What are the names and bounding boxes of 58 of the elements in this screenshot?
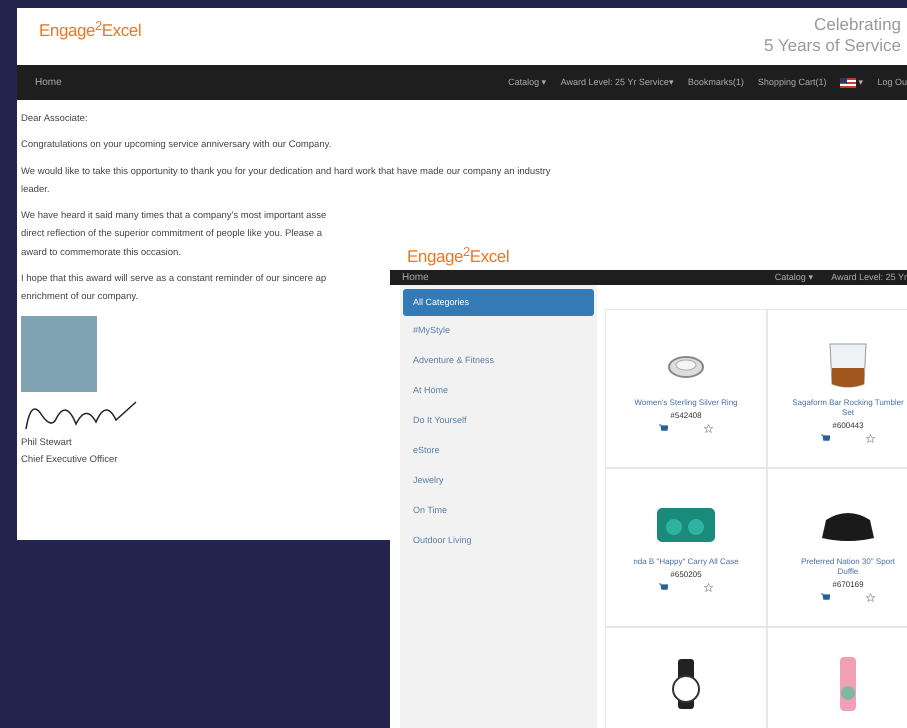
- letter-text: We have heard it said many times that a company's most important asse: [21, 209, 326, 223]
- star-icon[interactable]: [866, 593, 875, 602]
- product-card[interactable]: nda B "Happy" Carry All Case #650205: [605, 468, 767, 627]
- star-icon[interactable]: [704, 583, 713, 592]
- category-item[interactable]: #MyStyle: [403, 316, 594, 346]
- category-item[interactable]: At Home: [403, 376, 594, 406]
- product-sku: #670169: [832, 579, 864, 591]
- signer-name: Phil Stewart: [21, 436, 72, 450]
- home-link[interactable]: Home: [35, 75, 62, 90]
- signer-title: Chief Executive Officer: [21, 452, 118, 466]
- letter-text: direct reflection of the superior commitment of people like you. Please a: [21, 227, 322, 242]
- letter-text: I hope that this award will serve as a constant reminder of our sincere ap: [21, 272, 326, 286]
- tagline-text: 5 Years of Service: [764, 35, 901, 56]
- nav-link[interactable]: Award Level: 25 Yr Service▾: [560, 76, 674, 90]
- letter-text: We would like to take this opportunity to thank you for your dedication and hard work that have made our company an industry: [21, 164, 550, 178]
- greeting-text: Dear Associate:: [21, 112, 88, 126]
- cart-icon[interactable]: [821, 434, 830, 443]
- category-item[interactable]: Jewelry: [403, 466, 594, 496]
- nav-link[interactable]: Catalog ▾: [774, 270, 814, 284]
- brand-logo: Engage$^{2}$Excel: [407, 247, 510, 266]
- product-name[interactable]: nda B "Happy" Carry All Case: [611, 557, 761, 567]
- star-icon[interactable]: [866, 434, 875, 443]
- category-item[interactable]: Outdoor Living: [403, 526, 594, 556]
- cart-icon[interactable]: [659, 583, 668, 592]
- letter-text: award to commemorate this occasion.: [21, 246, 181, 260]
- category-item[interactable]: eStore: [403, 436, 594, 466]
- star-icon[interactable]: [704, 424, 713, 433]
- nav-link[interactable]: Bookmarks(1): [688, 76, 744, 90]
- tagline-text: Celebrating: [814, 14, 901, 35]
- watch-drawing: [669, 659, 703, 709]
- letter-text: enrichment of our company.: [21, 290, 138, 304]
- flag-icon: [840, 78, 856, 88]
- nav-link[interactable]: Log Ou: [877, 76, 907, 90]
- cart-icon[interactable]: [821, 593, 830, 602]
- product-card[interactable]: Preferred Nation 30" Sport Duffle #670169: [767, 468, 907, 627]
- nav-link[interactable]: Award Level: 25 Yr: [831, 270, 907, 284]
- category-item[interactable]: Adventure & Fitness: [403, 346, 594, 376]
- letter-text: Congratulations on your upcoming service anniversary with our Company.: [21, 138, 332, 152]
- product-card[interactable]: Sagaform Bar Rocking Tumbler Set #600443: [767, 309, 907, 468]
- product-sku: #650205: [670, 569, 702, 581]
- product-name[interactable]: Sagaform Bar Rocking Tumbler Set: [768, 398, 907, 418]
- product-card[interactable]: Women's Sterling Silver Ring #542408: [605, 309, 767, 468]
- ring-drawing: [666, 353, 706, 379]
- language-menu[interactable]: ▾: [840, 76, 864, 90]
- product-name[interactable]: Women's Sterling Silver Ring: [612, 398, 760, 408]
- cart-icon[interactable]: [659, 424, 668, 433]
- brand-logo: Engage$^{2}$Excel: [39, 21, 142, 40]
- pouch-drawing: [656, 507, 716, 543]
- category-item[interactable]: All Categories: [403, 289, 594, 316]
- letter-text: leader.: [21, 182, 50, 197]
- home-link[interactable]: Home: [402, 270, 429, 285]
- category-item[interactable]: Do It Yourself: [403, 406, 594, 436]
- product-sku: #542408: [670, 410, 702, 422]
- nav-link[interactable]: Catalog ▾: [508, 76, 547, 90]
- product-name[interactable]: Preferred Nation 30" Sport Duffle: [768, 557, 907, 577]
- product-sku: #600443: [832, 420, 864, 432]
- nav-link[interactable]: Shopping Cart(1): [758, 76, 826, 90]
- category-item[interactable]: On Time: [403, 496, 594, 526]
